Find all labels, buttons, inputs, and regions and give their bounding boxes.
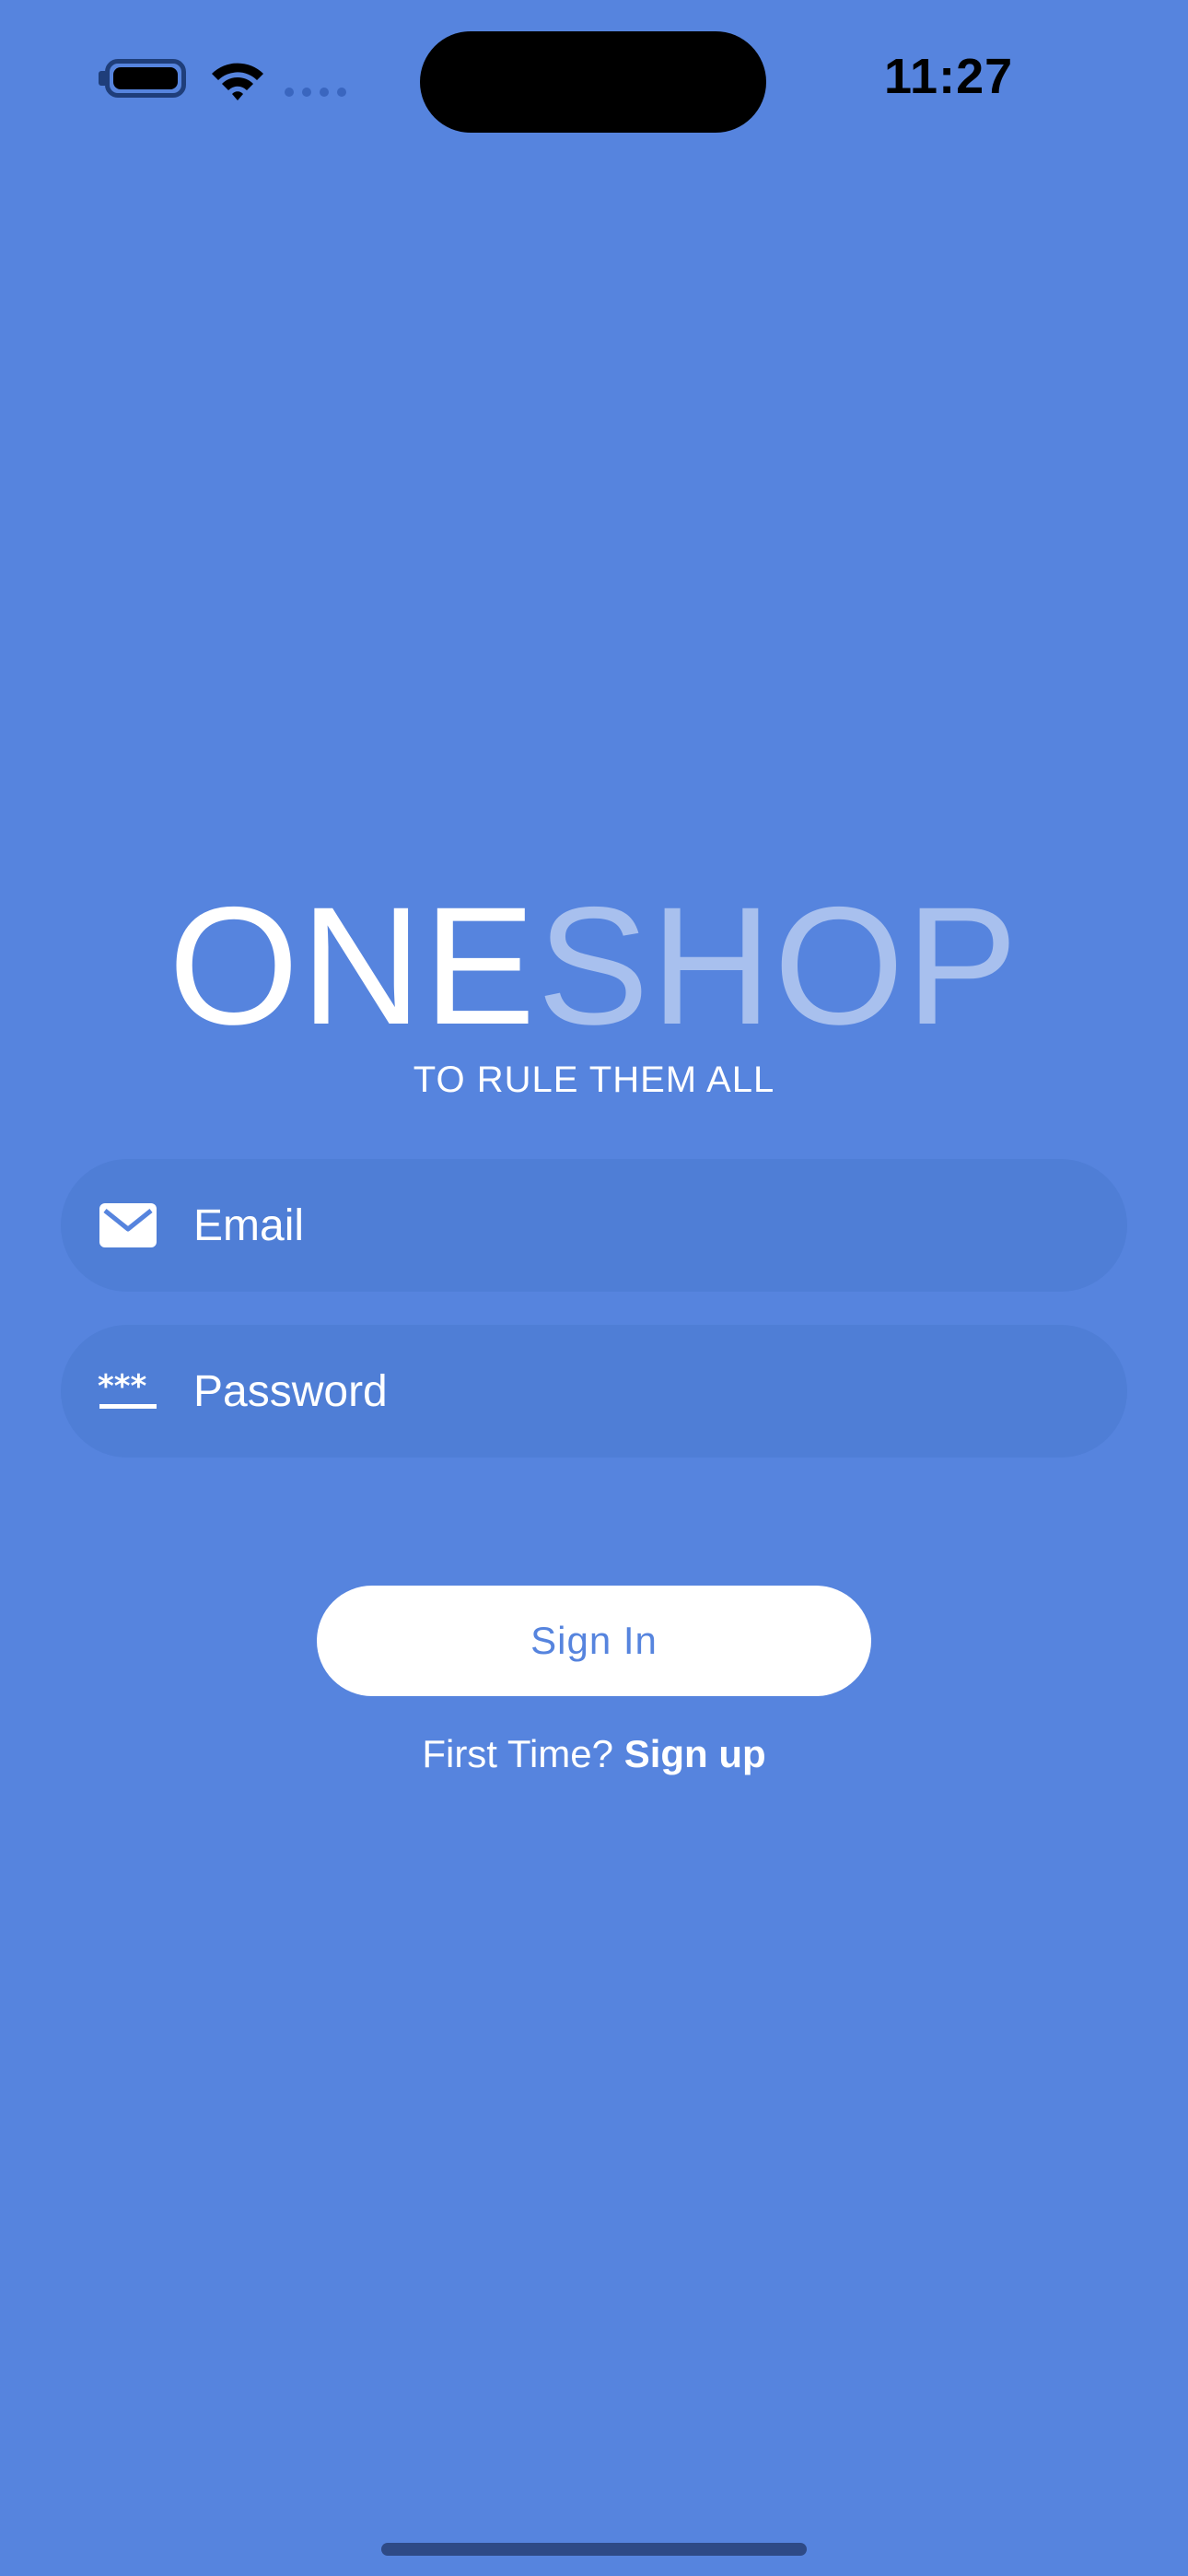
signup-prompt: First Time? Sign up bbox=[0, 1732, 1188, 1776]
brand-logo: ONESHOP bbox=[0, 873, 1188, 1058]
dynamic-island bbox=[420, 31, 766, 133]
password-input[interactable] bbox=[193, 1325, 1077, 1458]
password-field[interactable]: *** bbox=[61, 1325, 1127, 1458]
password-icon: *** bbox=[98, 1368, 157, 1409]
envelope-icon bbox=[99, 1203, 157, 1247]
email-field[interactable] bbox=[61, 1159, 1127, 1292]
sign-in-button[interactable]: Sign In bbox=[317, 1586, 871, 1696]
brand-part-two: SHOP bbox=[537, 872, 1020, 1060]
sign-up-link[interactable]: Sign up bbox=[624, 1732, 766, 1775]
status-time: 11:27 bbox=[884, 49, 1014, 104]
battery-cap bbox=[99, 71, 105, 86]
svg-text:***: *** bbox=[98, 1368, 147, 1405]
home-indicator[interactable] bbox=[381, 2543, 807, 2556]
wifi-icon bbox=[212, 63, 263, 100]
email-input[interactable] bbox=[193, 1159, 1077, 1292]
brand-part-one: ONE bbox=[168, 872, 538, 1060]
cellular-signal-icon bbox=[285, 88, 346, 97]
battery-icon bbox=[105, 59, 186, 98]
status-bar: 11:27 bbox=[0, 0, 1188, 166]
battery-level bbox=[113, 67, 178, 89]
brand-tagline: TO RULE THEM ALL bbox=[413, 1060, 775, 1100]
signup-prompt-text: First Time? bbox=[422, 1732, 614, 1775]
